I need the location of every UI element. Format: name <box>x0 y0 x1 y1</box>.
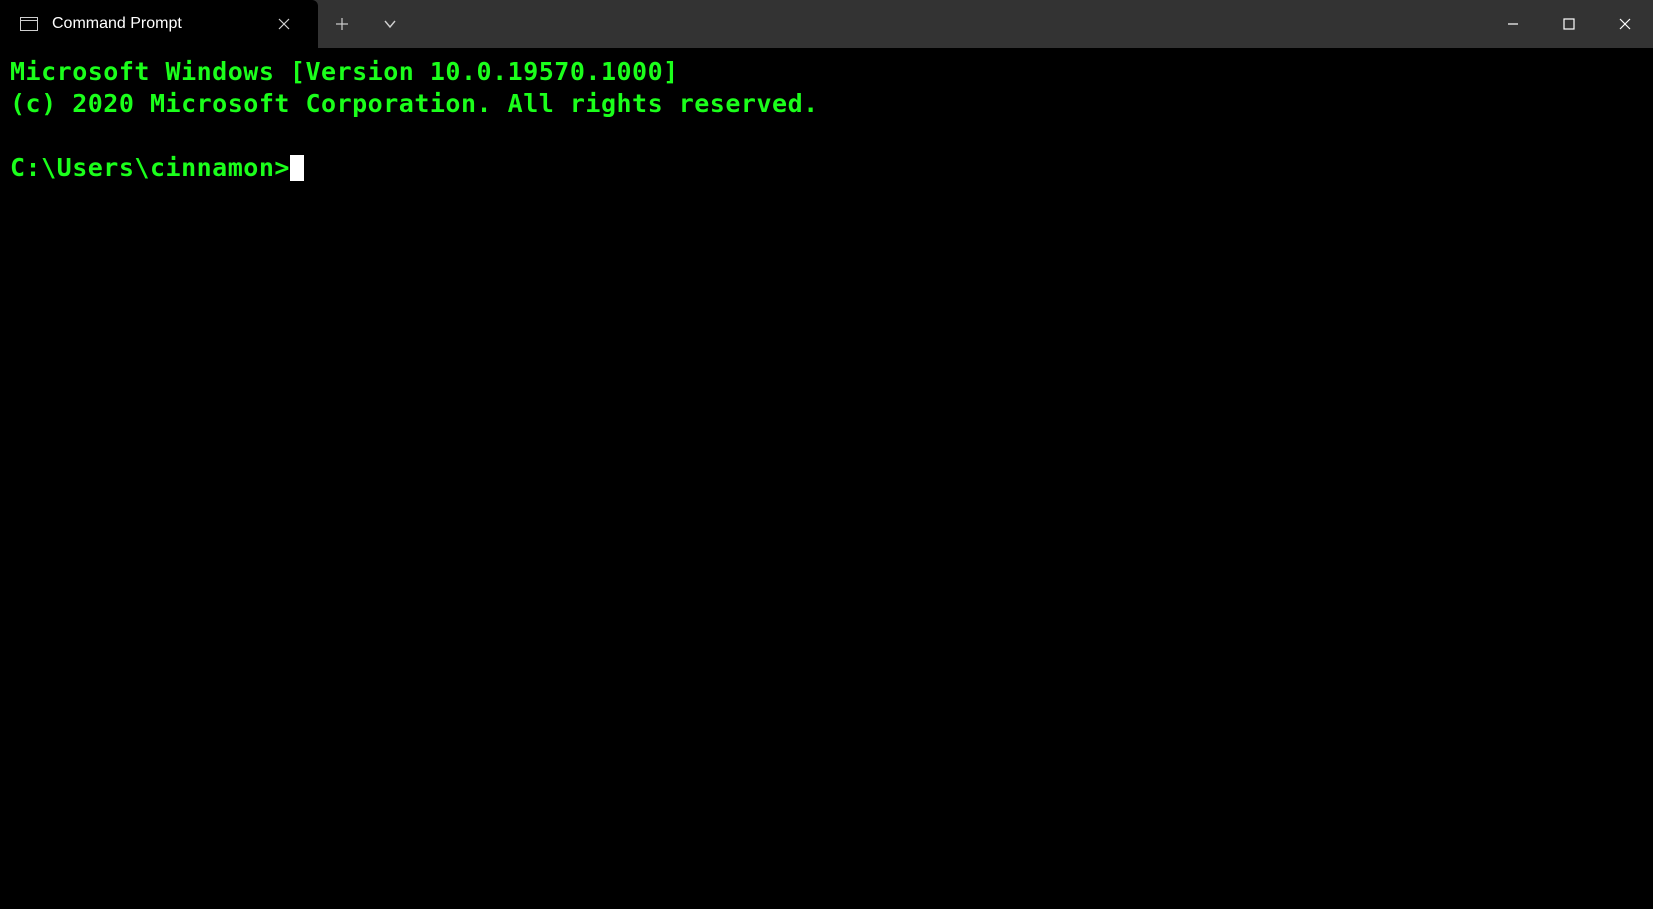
terminal-line-1: Microsoft Windows [Version 10.0.19570.10… <box>10 56 1643 88</box>
tab-title: Command Prompt <box>52 15 264 33</box>
close-tab-button[interactable] <box>264 0 304 48</box>
window-controls <box>1485 0 1653 48</box>
tab-actions <box>318 0 414 48</box>
terminal-body[interactable]: Microsoft Windows [Version 10.0.19570.10… <box>0 48 1653 909</box>
chevron-down-icon <box>383 19 397 29</box>
minimize-button[interactable] <box>1485 0 1541 48</box>
maximize-button[interactable] <box>1541 0 1597 48</box>
terminal-prompt-row: C:\Users\cinnamon> <box>10 152 1643 184</box>
terminal-cursor <box>290 155 304 181</box>
close-icon <box>278 18 290 30</box>
maximize-icon <box>1562 17 1576 31</box>
titlebar-drag-region[interactable] <box>414 0 1485 48</box>
terminal-icon <box>20 17 38 31</box>
titlebar: Command Prompt <box>0 0 1653 48</box>
new-tab-button[interactable] <box>318 0 366 48</box>
close-icon <box>1618 17 1632 31</box>
tab-dropdown-button[interactable] <box>366 0 414 48</box>
terminal-prompt: C:\Users\cinnamon> <box>10 152 290 184</box>
close-window-button[interactable] <box>1597 0 1653 48</box>
minimize-icon <box>1506 17 1520 31</box>
plus-icon <box>335 17 349 31</box>
terminal-line-2: (c) 2020 Microsoft Corporation. All righ… <box>10 88 1643 120</box>
tab-command-prompt[interactable]: Command Prompt <box>0 0 318 48</box>
terminal-blank-line <box>10 120 1643 152</box>
